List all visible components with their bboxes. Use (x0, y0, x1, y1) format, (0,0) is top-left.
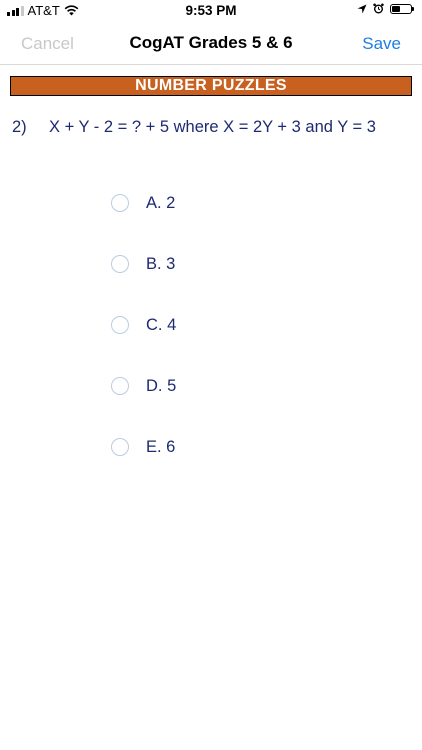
answer-option-b[interactable]: B. 3 (111, 252, 175, 276)
answer-option-c[interactable]: C. 4 (111, 313, 176, 337)
alarm-icon (373, 3, 384, 14)
radio-button[interactable] (111, 316, 129, 334)
option-label: B. 3 (146, 254, 176, 273)
page-title: CogAT Grades 5 & 6 (129, 33, 293, 52)
option-label: C. 4 (146, 315, 177, 334)
location-icon (357, 4, 367, 13)
section-banner: NUMBER PUZZLES (10, 76, 412, 96)
answer-option-a[interactable]: A. 2 (111, 191, 175, 215)
status-right (357, 3, 414, 14)
radio-button[interactable] (111, 438, 129, 456)
radio-button[interactable] (111, 255, 129, 273)
option-label: E. 6 (146, 437, 176, 456)
option-label: D. 5 (146, 376, 177, 395)
option-label: A. 2 (146, 193, 176, 212)
question-number: 2) (12, 118, 27, 136)
status-bar: AT&T 9:53 PM (0, 0, 422, 22)
radio-button[interactable] (111, 377, 129, 395)
save-button[interactable]: Save (362, 34, 401, 54)
nav-bar: Cancel CogAT Grades 5 & 6 Save (0, 22, 422, 65)
answer-option-e[interactable]: E. 6 (111, 435, 175, 459)
question-text: X + Y - 2 = ? + 5 where X = 2Y + 3 and Y… (49, 118, 376, 136)
radio-button[interactable] (111, 194, 129, 212)
battery-level (392, 5, 401, 12)
answer-option-d[interactable]: D. 5 (111, 374, 176, 398)
battery-icon (390, 3, 414, 14)
